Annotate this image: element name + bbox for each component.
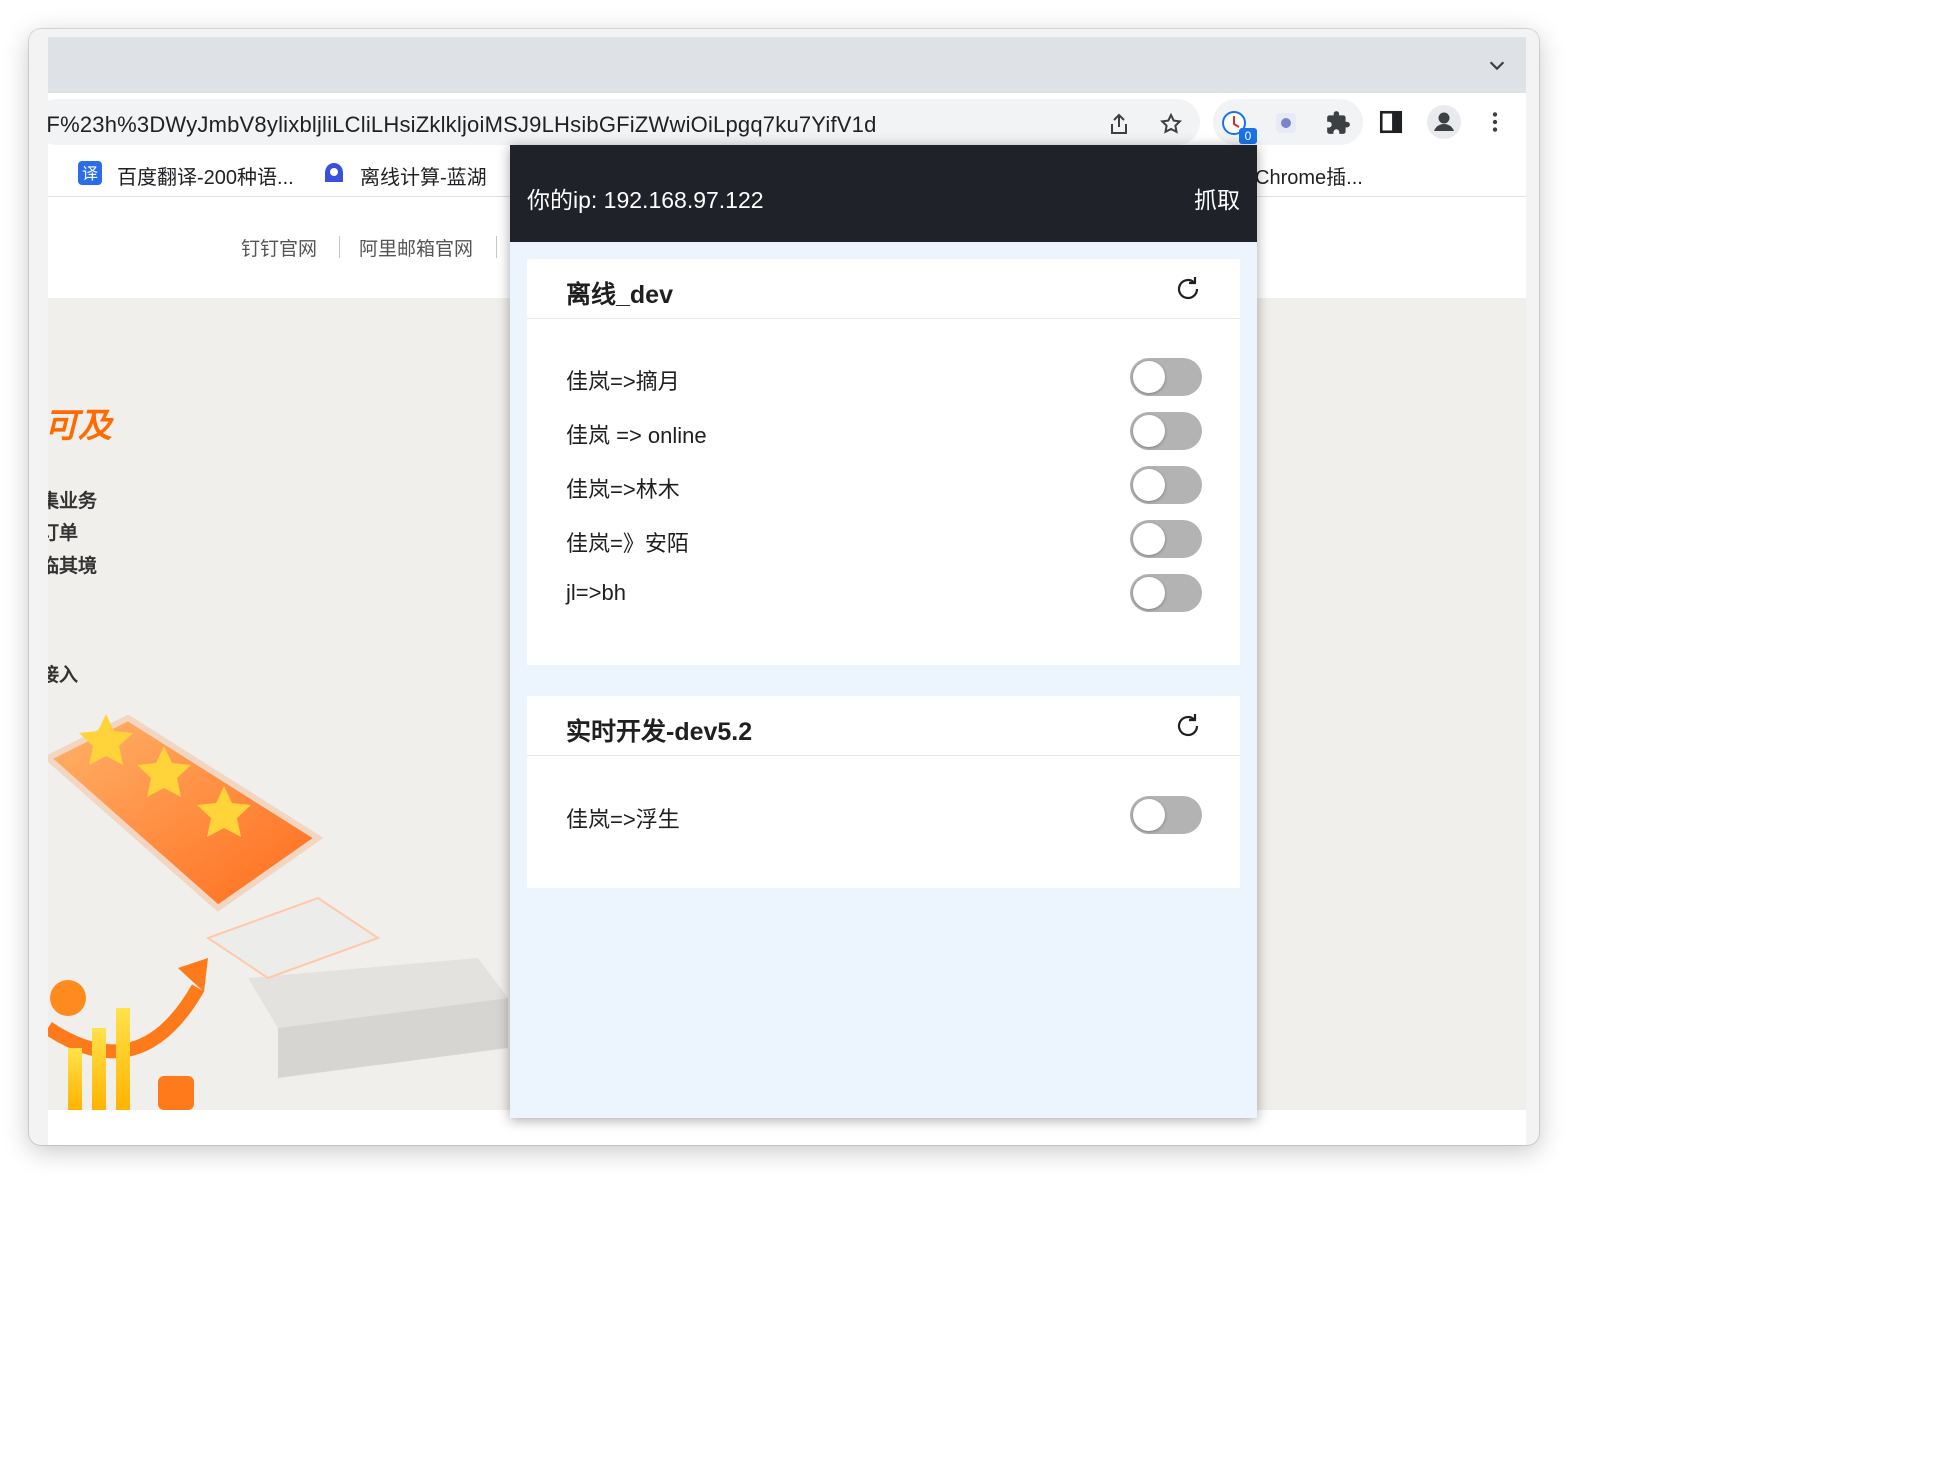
hero-text-line: 临其境	[48, 556, 98, 577]
toggle-knob	[1133, 361, 1165, 393]
group-title: 离线_dev	[566, 281, 673, 309]
group-title: 实时开发-dev5.2	[566, 718, 753, 746]
ip-address-label: 你的ip: 192.168.97.122	[527, 187, 764, 213]
group-header: 实时开发-dev5.2	[527, 696, 1240, 756]
list-item: 佳岚 => online	[566, 412, 1202, 452]
tab-strip	[48, 37, 1526, 93]
toggle-switch[interactable]	[1130, 358, 1202, 396]
group-card-offline-dev: 离线_dev 佳岚=>摘月 佳岚 => online 佳岚=>林木 佳岚=》安陌…	[527, 259, 1240, 665]
list-item: 佳岚=》安陌	[566, 520, 1202, 560]
extensions-group	[1213, 99, 1363, 145]
list-item: jl=>bh	[566, 574, 1202, 614]
lanhu-icon	[325, 163, 343, 182]
translate-icon: 译	[78, 161, 102, 185]
hero-text-line: 集业务	[48, 491, 98, 512]
bookmark-chrome-plugin[interactable]: Chrome插...	[1255, 161, 1363, 190]
refresh-icon[interactable]	[1174, 275, 1202, 303]
profile-avatar-icon[interactable]	[1427, 105, 1461, 139]
route-label: 佳岚=>林木	[566, 477, 680, 502]
hero-illustration	[48, 714, 508, 1110]
hero-text-line: 接入	[48, 665, 79, 686]
nav-link-dingtalk[interactable]: 钉钉官网	[241, 234, 317, 261]
route-label: 佳岚=>浮生	[566, 807, 680, 832]
route-label: 佳岚=>摘月	[566, 369, 680, 394]
svg-text:译: 译	[82, 164, 98, 183]
address-bar[interactable]: 2F%23h%3DWyJmbV8ylixbljliLCliLHsiZklkljo…	[48, 99, 1200, 145]
capture-extension-icon[interactable]	[1273, 110, 1299, 136]
hero-title: 可及	[48, 407, 112, 445]
list-item: 佳岚=>林木	[566, 466, 1202, 506]
toggle-knob	[1133, 799, 1165, 831]
popup-header: 你的ip: 192.168.97.122 抓取	[510, 145, 1257, 242]
nav-divider	[339, 236, 340, 258]
toggle-switch[interactable]	[1130, 796, 1202, 834]
toggle-knob	[1133, 415, 1165, 447]
group-header: 离线_dev	[527, 259, 1240, 319]
toggle-knob	[1133, 577, 1165, 609]
share-icon[interactable]	[1107, 112, 1131, 136]
toggle-switch[interactable]	[1130, 466, 1202, 504]
chevron-down-icon[interactable]	[1486, 54, 1508, 76]
star-icon[interactable]	[1159, 112, 1183, 136]
toggle-switch[interactable]	[1130, 574, 1202, 612]
route-label: 佳岚 => online	[566, 423, 707, 448]
url-text[interactable]: 2F%23h%3DWyJmbV8ylixbljliLCliLHsiZklkljo…	[48, 112, 877, 138]
hero-text-line: 订单	[48, 523, 79, 544]
route-label: jl=>bh	[566, 580, 626, 605]
refresh-icon[interactable]	[1174, 712, 1202, 740]
toggle-knob	[1133, 523, 1165, 555]
extension-badge: 0	[1239, 128, 1257, 144]
list-item: 佳岚=>摘月	[566, 358, 1202, 398]
list-item: 佳岚=>浮生	[566, 796, 1202, 836]
browser-toolbar: 2F%23h%3DWyJmbV8ylixbljliLCliLHsiZklkljo…	[48, 93, 1526, 149]
capture-button[interactable]: 抓取	[1194, 181, 1240, 215]
nav-link-aliyun-mail[interactable]: 阿里邮箱官网	[359, 234, 473, 261]
group-card-realtime-dev: 实时开发-dev5.2 佳岚=>浮生	[527, 696, 1240, 888]
route-label: 佳岚=》安陌	[566, 531, 689, 556]
side-panel-icon[interactable]	[1378, 109, 1404, 135]
toggle-knob	[1133, 469, 1165, 501]
puzzle-icon[interactable]	[1325, 110, 1351, 136]
bookmark-baidu-translate[interactable]: 百度翻译-200种语...	[117, 161, 294, 190]
extension-popup: 你的ip: 192.168.97.122 抓取 离线_dev 佳岚=>摘月 佳岚…	[510, 145, 1257, 1118]
toggle-switch[interactable]	[1130, 520, 1202, 558]
bookmark-lanhu[interactable]: 离线计算-蓝湖	[360, 161, 487, 190]
toggle-switch[interactable]	[1130, 412, 1202, 450]
nav-divider	[496, 236, 497, 258]
more-menu-icon[interactable]	[1482, 109, 1508, 135]
